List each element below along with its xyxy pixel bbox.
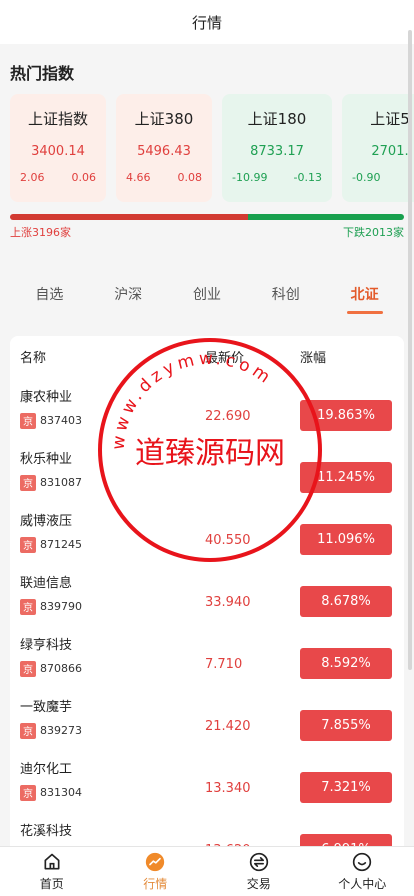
up-count-label: 上涨3196家 bbox=[10, 226, 71, 239]
index-card[interactable]: 上证180 8733.17 -10.99 -0.13 bbox=[222, 94, 332, 202]
tab-chuangye[interactable]: 创业 bbox=[187, 284, 227, 314]
tabbar-market[interactable]: 行情 bbox=[104, 847, 208, 896]
stock-name: 绿亨科技 bbox=[20, 637, 73, 653]
stock-code: 831304 bbox=[40, 786, 82, 799]
exchange-badge: 京 bbox=[20, 660, 36, 677]
col-name-header: 名称 bbox=[20, 350, 47, 366]
page-header: 行情 bbox=[0, 0, 414, 44]
index-card[interactable]: 上证380 5496.43 4.66 0.08 bbox=[116, 94, 212, 202]
index-name: 上证380 bbox=[134, 110, 194, 128]
index-pct: -0.13 bbox=[293, 171, 322, 184]
stock-name: 康农种业 bbox=[20, 389, 73, 405]
index-pct: 0.06 bbox=[71, 171, 97, 184]
stock-code: 839790 bbox=[40, 600, 82, 613]
pct-badge: 8.592% bbox=[300, 647, 392, 679]
tabbar-profile-label: 个人中心 bbox=[338, 876, 387, 891]
breadth-bar bbox=[10, 214, 404, 220]
index-price: 3400.14 bbox=[31, 144, 85, 159]
index-pct: 0.08 bbox=[177, 171, 203, 184]
stock-list: 名称 最新价 涨幅 康农种业 京 837403 22.690 19.863% 秋乐… bbox=[10, 336, 404, 856]
stock-name: 迪尔化工 bbox=[20, 761, 73, 777]
down-count-label: 下跌2013家 bbox=[343, 226, 404, 239]
table-row[interactable]: 联迪信息 京 839790 33.940 8.678% bbox=[20, 562, 394, 624]
stock-name: 一致魔芋 bbox=[20, 699, 73, 715]
stock-name: 威博液压 bbox=[20, 513, 73, 529]
table-row[interactable]: 威博液压 京 871245 40.550 11.096% bbox=[20, 500, 394, 562]
stock-price: 7.710 bbox=[205, 656, 243, 672]
index-card[interactable]: 上证指数 3400.14 2.06 0.06 bbox=[10, 94, 106, 202]
pct-badge: 7.855% bbox=[300, 709, 392, 741]
tabbar-profile[interactable]: 个人中心 bbox=[311, 847, 414, 896]
col-pct-header: 涨幅 bbox=[300, 350, 327, 366]
exchange-icon bbox=[249, 852, 268, 871]
stock-code: 839273 bbox=[40, 724, 82, 737]
page-title: 行情 bbox=[191, 13, 222, 32]
table-row[interactable]: 迪尔化工 京 831304 13.340 7.321% bbox=[20, 748, 394, 810]
index-card[interactable]: 上证5 2701. -0.90 bbox=[342, 94, 414, 202]
index-name: 上证180 bbox=[247, 110, 307, 128]
table-row[interactable]: 康农种业 京 837403 22.690 19.863% bbox=[20, 376, 394, 438]
stock-price: 13.340 bbox=[205, 780, 251, 796]
tab-hushen[interactable]: 沪深 bbox=[108, 284, 148, 314]
user-icon bbox=[353, 852, 372, 871]
tabbar-home[interactable]: 首页 bbox=[0, 847, 104, 896]
index-change: -0.90 bbox=[352, 171, 381, 184]
stock-price bbox=[205, 460, 300, 478]
market-tabs: 自选 沪深 创业 科创 北证 bbox=[0, 240, 414, 330]
chart-icon bbox=[146, 852, 165, 871]
breadth-up-segment bbox=[10, 214, 249, 220]
index-price: 5496.43 bbox=[137, 144, 191, 159]
tabbar-trade-label: 交易 bbox=[246, 876, 271, 891]
index-change: 2.06 bbox=[20, 171, 45, 184]
pct-badge: 11.096% bbox=[300, 523, 392, 555]
index-name: 上证指数 bbox=[27, 110, 88, 128]
tabbar-trade[interactable]: 交易 bbox=[207, 847, 311, 896]
col-price-header: 最新价 bbox=[205, 350, 245, 366]
pct-badge: 7.321% bbox=[300, 771, 392, 803]
home-icon bbox=[44, 853, 60, 869]
bottom-tabbar: 首页 行情 交易 个人中心 bbox=[0, 846, 414, 896]
table-row[interactable]: 绿亨科技 京 870866 7.710 8.592% bbox=[20, 624, 394, 686]
pct-badge: 11.245% bbox=[300, 461, 392, 493]
index-name: 上证5 bbox=[370, 110, 410, 128]
exchange-badge: 京 bbox=[20, 412, 36, 429]
tabbar-market-label: 行情 bbox=[143, 876, 168, 891]
breadth-down-segment bbox=[248, 214, 404, 220]
stock-name: 花溪科技 bbox=[20, 823, 73, 839]
stock-price: 33.940 bbox=[205, 594, 251, 610]
stock-price: 21.420 bbox=[205, 718, 251, 734]
index-change: -10.99 bbox=[232, 171, 268, 184]
pct-badge: 19.863% bbox=[300, 399, 392, 431]
list-header: 名称 最新价 涨幅 bbox=[20, 336, 394, 376]
exchange-badge: 京 bbox=[20, 784, 36, 801]
tab-beizheng[interactable]: 北证 bbox=[345, 284, 385, 314]
tab-zixuan[interactable]: 自选 bbox=[29, 284, 69, 314]
stock-code: 871245 bbox=[40, 538, 82, 551]
stock-price: 40.550 bbox=[205, 532, 251, 548]
scrollbar[interactable] bbox=[408, 30, 412, 670]
index-price: 2701. bbox=[371, 144, 409, 159]
market-breadth: 上涨3196家 下跌2013家 bbox=[0, 202, 414, 240]
stock-price: 22.690 bbox=[205, 408, 251, 424]
table-row[interactable]: 秋乐种业 京 831087 11.245% bbox=[20, 438, 394, 500]
exchange-badge: 京 bbox=[20, 474, 36, 491]
pct-badge: 8.678% bbox=[300, 585, 392, 617]
stock-code: 870866 bbox=[40, 662, 82, 675]
hot-indices-row[interactable]: 上证指数 3400.14 2.06 0.06 上证380 5496.43 4.6… bbox=[0, 94, 414, 202]
stock-name: 秋乐种业 bbox=[20, 451, 73, 467]
exchange-badge: 京 bbox=[20, 536, 36, 553]
stock-code: 837403 bbox=[40, 414, 82, 427]
index-change: 4.66 bbox=[126, 171, 151, 184]
stock-name: 联迪信息 bbox=[20, 575, 73, 591]
tab-kechuang[interactable]: 科创 bbox=[266, 284, 306, 314]
exchange-badge: 京 bbox=[20, 598, 36, 615]
table-row[interactable]: 一致魔芋 京 839273 21.420 7.855% bbox=[20, 686, 394, 748]
tabbar-home-label: 首页 bbox=[39, 876, 64, 891]
index-price: 8733.17 bbox=[250, 144, 304, 159]
hot-indices-title: 热门指数 bbox=[0, 44, 414, 94]
stock-code: 831087 bbox=[40, 476, 82, 489]
exchange-badge: 京 bbox=[20, 722, 36, 739]
